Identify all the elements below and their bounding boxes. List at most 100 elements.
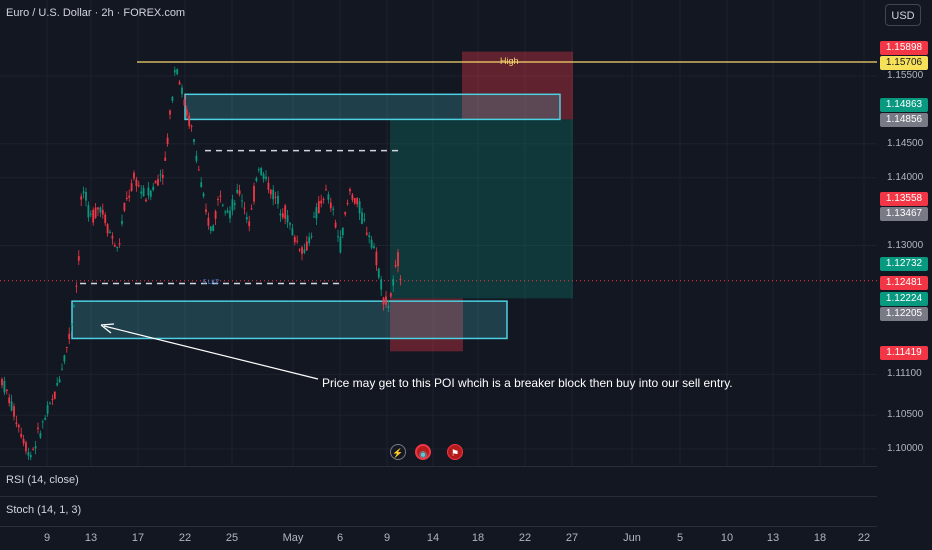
candle-body [329,202,332,209]
candle-body [375,251,378,266]
candle-body [113,245,116,247]
high-label: High [500,56,519,66]
candle-body [298,249,301,251]
candle-body [94,207,97,218]
candle-body [5,389,8,392]
candle-body [327,194,330,200]
candle-body [337,236,339,238]
flag-icon[interactable]: ⚑ [447,444,463,460]
x-tick-label: 27 [565,532,579,544]
x-tick-label: 9 [43,532,51,544]
candle-body [368,235,371,238]
candle-body [130,183,133,191]
x-tick-label: 22 [857,532,871,544]
candle-body [82,191,85,193]
candle-body [17,424,20,428]
rsi-label: RSI (14, close) [6,474,79,486]
candle-body [202,193,205,197]
candle-body [195,155,198,161]
y-tick-label: 1.15500 [887,70,924,81]
candle-body [265,176,267,179]
candle-body [233,203,236,205]
candle-body [63,355,66,362]
candle-body [289,222,291,225]
breaker-block-poi [71,300,508,340]
candle-body [154,180,157,184]
x-tick-label: 22 [518,532,532,544]
currency-button[interactable]: USD [885,4,921,26]
candle-body [243,207,246,209]
candle-body [190,125,193,127]
candle-body [387,305,390,308]
candle-body [125,197,128,200]
candle-body [188,115,191,127]
candle-body [315,207,318,219]
candle-body [245,217,248,220]
candle-body [10,401,13,411]
candle-body [56,383,59,386]
candle-body [123,202,126,211]
y-tick-label: 1.14500 [887,137,924,149]
candle-body [221,204,224,206]
candle-body [29,455,32,458]
candle-body [296,240,299,242]
x-tick-label: 9 [383,532,391,544]
candle-body [236,189,239,193]
y-tick-label: 1.10000 [887,443,924,454]
candle-body [137,184,140,186]
candle-body [61,368,63,370]
candle-body [269,189,272,195]
candle-body [171,96,174,101]
x-tick-label: 6 [336,532,344,544]
candle-body [68,333,71,340]
x-tick-label: 25 [225,532,239,544]
candle-body [351,194,354,200]
candle-body [183,99,186,106]
candle-body [70,323,73,326]
target-icon[interactable]: ◉ [415,444,431,460]
candle-body [301,247,303,254]
candle-body [291,228,294,236]
price-tag: 1.12481 [880,276,928,290]
candle-body [317,201,320,214]
price-tag: 1.15706 [880,56,928,70]
candle-body [80,196,83,200]
price-chart[interactable] [0,0,932,550]
candle-body [363,219,366,221]
candle-body [164,157,167,161]
candle-body [344,212,347,215]
lightning-icon[interactable]: ⚡ [390,444,406,460]
stoch-separator [0,496,877,497]
candle-body [308,237,311,244]
candle-body [166,137,169,145]
candle-body [85,192,87,201]
candle-body [377,268,380,278]
price-tag: 1.14863 [880,98,928,112]
x-tick-label: 13 [84,532,98,544]
candle-body [205,209,207,213]
price-tag: 1.14856 [880,113,928,127]
y-tick-label: 1.10500 [887,409,924,421]
candle-body [39,433,42,438]
candle-body [152,186,155,191]
candle-body [44,417,47,420]
candle-body [385,296,387,305]
x-tick-label: 14 [426,532,440,544]
candle-body [46,405,49,414]
candle-body [15,422,18,425]
candle-body [293,236,296,243]
candle-body [322,199,325,201]
candle-body [75,285,78,287]
candle-body [87,205,90,218]
candle-body [32,448,35,450]
candle-body [380,279,383,290]
candle-body [332,208,335,210]
candle-body [365,232,368,235]
candle-body [224,211,227,213]
candle-body [161,174,164,178]
candle-body [89,213,92,215]
candle-body [169,110,171,115]
candle-body [272,189,275,200]
candle-body [185,109,188,116]
poi-annotation: Price may get to this POI whcih is a bre… [322,376,733,390]
